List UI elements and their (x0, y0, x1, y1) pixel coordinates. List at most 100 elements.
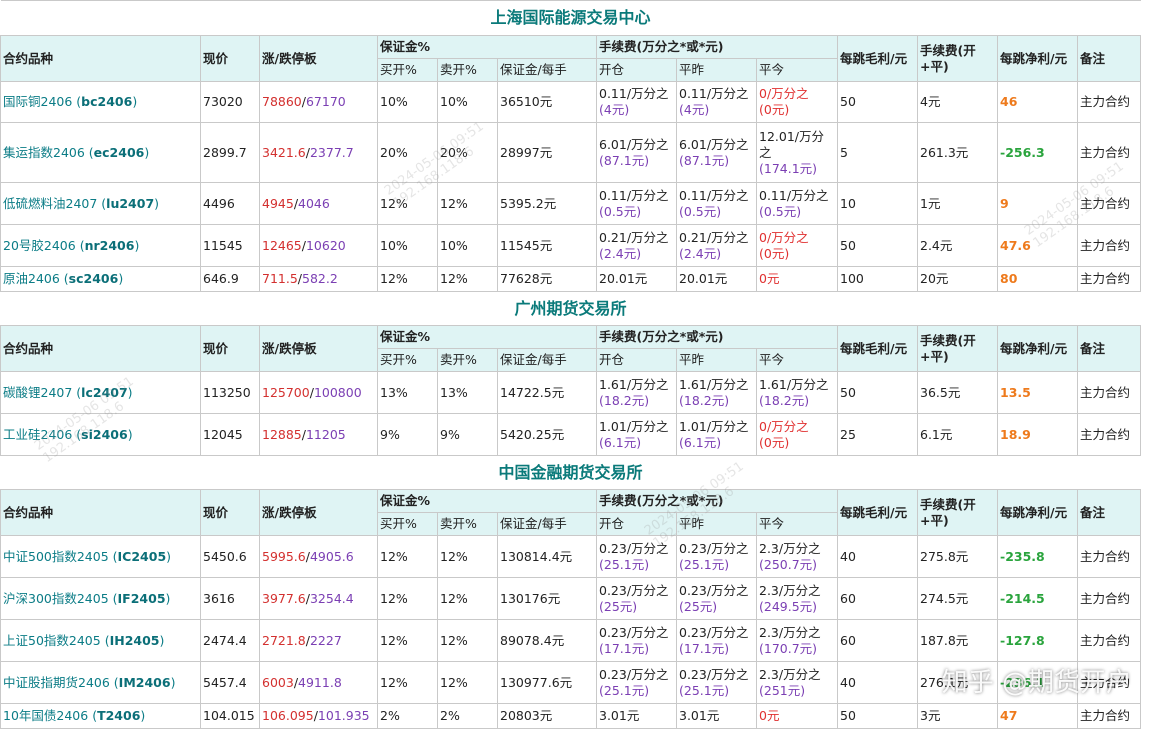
subheader-sell-open: 卖开% (437, 512, 498, 536)
tick-net-text: 46 (1000, 94, 1018, 109)
limit-cell: 3421.6/2377.7 (259, 122, 378, 183)
fee-text: 6.01/万分之 (679, 136, 749, 152)
contract-link[interactable]: 集运指数2406 (ec2406) (3, 145, 149, 160)
header-text: 合约品种 (3, 340, 54, 356)
cell-text: 13% (380, 384, 408, 400)
header-text: 保证金/每手 (500, 516, 567, 531)
table-row: 上证50指数2405 (IH2405) 2474.4 2721.8/2227 12% 1… (0, 619, 1142, 662)
note-cell: 主力合约 (1076, 122, 1142, 183)
tick-gross-cell: 50 (837, 371, 918, 414)
header-text: 手续费(万分之*或*元) (599, 329, 724, 344)
header-text: 保证金% (380, 493, 431, 508)
table-row: 原油2406 (sc2406) 646.9 711.5/582.2 12% 12% 776… (0, 266, 1142, 292)
fee-cell: 0.23/万分之 (25.1元) (676, 661, 757, 704)
contract-name-cell: 上证50指数2405 (IH2405) (0, 619, 201, 662)
contract-link[interactable]: 低硫燃料油2407 (lu2407) (3, 196, 159, 211)
contract-link[interactable]: 20号胶2406 (nr2406) (3, 238, 139, 253)
limit-cell: 125700/100800 (259, 371, 378, 414)
header-tick-gross: 每跳毛利/元 (837, 325, 918, 372)
fee-text: 0.11/万分之 (599, 187, 669, 203)
table-row: 国际铜2406 (bc2406) 73020 78860/67170 10% 10% 36… (0, 81, 1142, 123)
cell-text: 100 (840, 271, 864, 286)
buy-open-cell: 12% (377, 661, 438, 704)
contract-link[interactable]: 中证股指期货2406 (IM2406) (3, 675, 175, 690)
contract-code: sc2406 (68, 271, 119, 286)
contract-link[interactable]: 中证500指数2405 (IC2405) (3, 549, 171, 564)
fee-text: 2.3/万分之 (759, 666, 821, 682)
fee-cell: 0.21/万分之 (2.4元) (596, 224, 677, 267)
header-text: 开仓 (599, 62, 625, 77)
fee-text: 1.01/万分之 (599, 418, 669, 434)
header-tick-net: 每跳净利/元 (997, 35, 1078, 82)
cell-text: 11545元 (500, 237, 553, 253)
price-cell: 5457.4 (200, 661, 260, 704)
fee-cell: 0.11/万分之 (0.5元) (596, 182, 677, 225)
limit-up-text: 711.5 (262, 271, 298, 286)
contract-code: lc2407 (81, 384, 128, 400)
header-note: 备注 (1076, 35, 1142, 82)
contract-link[interactable]: 原油2406 (sc2406) (3, 271, 123, 286)
header-tick-net: 每跳净利/元 (997, 489, 1078, 536)
fee-total-cell: 6.1元 (917, 413, 998, 456)
price-cell: 4496 (200, 182, 260, 225)
subheader-buy-open: 买开% (377, 512, 438, 536)
limit-up-text: 3977.6 (262, 590, 306, 606)
cell-text: 36510元 (500, 94, 553, 109)
header-text: 手续费(开+平) (920, 496, 976, 528)
buy-open-cell: 10% (377, 81, 438, 123)
tick-gross-cell: 50 (837, 224, 918, 267)
header-text: 卖开% (440, 516, 477, 531)
cell-text: 60 (840, 590, 856, 606)
tick-gross-cell: 60 (837, 577, 918, 620)
header-text: 买开% (380, 352, 417, 367)
fee-text: 0.23/万分之 (599, 582, 669, 598)
fee-text: 0.23/万分之 (679, 582, 749, 598)
header-text: 卖开% (440, 352, 477, 367)
header-tick-net: 每跳净利/元 (997, 325, 1078, 372)
fee-cell: 0.23/万分之 (17.1元) (596, 619, 677, 662)
contract-code: ec2406 (93, 144, 145, 160)
contract-link[interactable]: 国际铜2406 (bc2406) (3, 94, 137, 109)
fee-cell: 0.23/万分之 (25.1元) (596, 661, 677, 704)
price-text: 3616 (203, 590, 235, 606)
contract-link[interactable]: 10年国债2406 (T2406) (3, 708, 145, 723)
fee-cell: 0.23/万分之 (25元) (676, 577, 757, 620)
cell-text: 1元 (920, 195, 941, 211)
sell-open-cell: 12% (437, 577, 498, 620)
fee-text: (18.2元) (759, 392, 810, 408)
futures-fee-table: 上海国际能源交易中心 合约品种 现价 涨/跌停板 保证金% 手续费(万分之*或*元) 每跳毛… (0, 0, 1142, 729)
contract-link[interactable]: 上证50指数2405 (IH2405) (3, 633, 164, 648)
price-text: 73020 (203, 94, 243, 109)
contract-link[interactable]: 沪深300指数2405 (IF2405) (3, 591, 170, 606)
note-cell: 主力合约 (1076, 81, 1142, 123)
cell-text: 275.8元 (920, 548, 969, 564)
header-text: 平昨 (679, 62, 705, 77)
limit-cell: 78860/67170 (259, 81, 378, 123)
note-text: 主力合约 (1080, 590, 1131, 606)
price-text: 113250 (203, 384, 251, 400)
fee-text: 3.01元 (679, 708, 720, 723)
limit-down-text: 4905.6 (309, 548, 354, 564)
note-text: 主力合约 (1080, 237, 1131, 253)
subheader-margin-per: 保证金/每手 (497, 348, 597, 372)
tick-net-text: 47.6 (1000, 237, 1031, 253)
margin-cell: 130977.6元 (497, 661, 597, 704)
contract-link[interactable]: 工业硅2406 (si2406) (3, 427, 133, 442)
contract-link[interactable]: 碳酸锂2407 (lc2407) (3, 385, 133, 400)
header-text: 卖开% (440, 62, 477, 77)
tick-net-text: 47 (1000, 708, 1018, 723)
tick-net-cell: 13.5 (997, 371, 1078, 414)
fee-cell: 0/万分之 (0元) (756, 81, 838, 123)
header-text: 平昨 (679, 516, 705, 531)
fee-cell: 6.01/万分之 (87.1元) (596, 122, 677, 183)
cell-text: 50 (840, 708, 856, 723)
buy-open-cell: 20% (377, 122, 438, 183)
header-text: 合约品种 (3, 504, 54, 520)
header-text: 手续费(万分之*或*元) (599, 39, 724, 54)
limit-down-text: 3254.4 (309, 590, 354, 606)
contract-name-cell: 碳酸锂2407 (lc2407) (0, 371, 201, 414)
note-text: 主力合约 (1080, 144, 1131, 160)
fee-cell: 0元 (756, 266, 838, 292)
tick-gross-cell: 25 (837, 413, 918, 456)
cell-text: 36.5元 (920, 384, 961, 400)
